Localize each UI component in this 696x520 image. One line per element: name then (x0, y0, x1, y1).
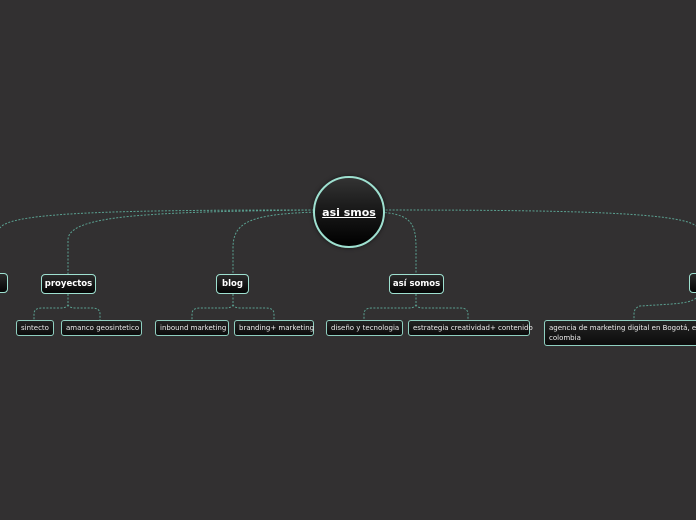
connector-root-blog (232, 211, 319, 274)
subtopic-inbound-marketing-label: inbound marketing (160, 324, 227, 332)
connector-lines (0, 209, 696, 321)
subtopic-inbound-marketing[interactable]: inbound marketing (155, 320, 229, 336)
subtopic-amanco-geosintetico-label: amanco geosintetico (66, 324, 140, 332)
topic-blog[interactable]: blog (216, 274, 249, 294)
topic-asi-somos-label: así somos (392, 279, 441, 289)
subtopic-branding-marketing-label: branding+ marketing (239, 324, 315, 332)
subtopic-sintecto[interactable]: sintecto (16, 320, 54, 336)
subtopic-sintecto-label: sintecto (21, 324, 49, 332)
connector-root-proyectos (67, 209, 315, 274)
connector-proyectos-amanco (67, 294, 101, 321)
connector-blog-inbound (191, 294, 234, 320)
subtopic-estrategia-creatividad[interactable]: estrategia creatividad+ contenido (408, 320, 533, 336)
subtopic-amanco-geosintetico[interactable]: amanco geosintetico (61, 320, 142, 336)
subtopic-diseno-tecnologia-label: diseño y tecnologia (331, 324, 400, 332)
mind-map-canvas: asi smos proyectos blog así somos sintec… (0, 0, 696, 520)
connector-root-left-edge (0, 209, 315, 229)
topic-proyectos-label: proyectos (44, 279, 93, 289)
connector-proyectos-sintecto (33, 294, 69, 321)
subtopic-estrategia-creatividad-label: estrategia creatividad+ contenido (413, 324, 533, 332)
root-node-label: asi smos (322, 205, 376, 219)
connector-asi-estrategia (415, 294, 469, 320)
subtopic-branding-marketing[interactable]: branding+ marketing (234, 320, 314, 336)
topic-left-edge[interactable] (0, 273, 8, 293)
root-node[interactable]: asi smos (313, 176, 385, 248)
topic-asi-somos[interactable]: así somos (389, 274, 444, 294)
subtopic-agencia-marketing[interactable]: agencia de marketing digital en Bogotá, … (544, 320, 696, 346)
subtopic-agencia-marketing-label: agencia de marketing digital en Bogotá, … (549, 324, 696, 342)
connector-root-right-edge (381, 209, 696, 227)
connector-blog-branding (232, 294, 275, 320)
topic-right-edge[interactable] (689, 273, 696, 293)
subtopic-diseno-tecnologia[interactable]: diseño y tecnologia (326, 320, 403, 336)
connector-asi-diseno (363, 294, 417, 320)
topic-proyectos[interactable]: proyectos (41, 274, 96, 294)
connector-right-agencia (633, 297, 696, 320)
topic-blog-label: blog (222, 279, 243, 289)
